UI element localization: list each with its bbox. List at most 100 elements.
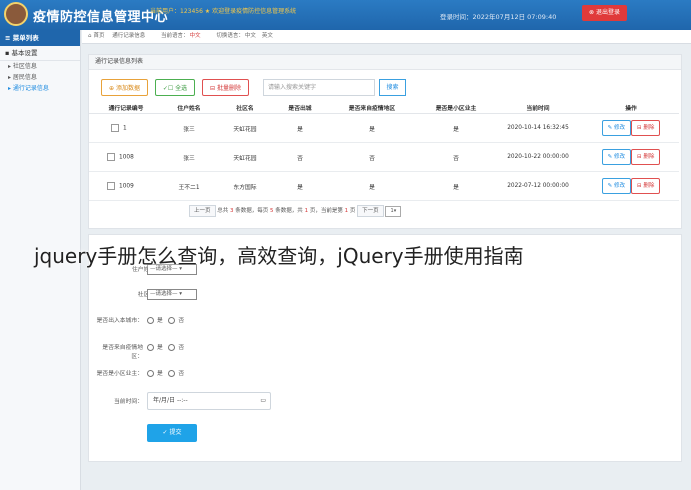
search-input[interactable]: 请输入搜索关键字	[263, 79, 375, 96]
header-user-note: 当前用户：123456 ★ 欢迎登录疫情防控信息管理系统	[150, 8, 297, 15]
cell-resident: 王不二1	[163, 171, 215, 201]
prev-page-button[interactable]: 上一页	[189, 205, 216, 217]
delete-button[interactable]: ⊟ 删除	[631, 149, 661, 165]
out-city-yes-radio[interactable]	[147, 317, 154, 324]
cell-owner: 否	[419, 142, 493, 172]
delete-button[interactable]: ⊟ 删除	[631, 120, 661, 136]
radio-label-yes: 是	[157, 371, 163, 377]
edit-button[interactable]: ✎ 修改	[601, 120, 631, 136]
cell-time: 2020-10-22 00:00:00	[493, 142, 583, 172]
sidebar-group-basic[interactable]: ▪ 基本设置	[0, 46, 80, 61]
cell-community: 东方国际	[215, 171, 275, 201]
cell-id: 1009	[89, 171, 163, 201]
owner-yes-radio[interactable]	[147, 370, 154, 377]
pagination: 上一页 总共 3 条数据，每页 5 条数据，共 1 页，当前是第 1 页 下一页…	[189, 205, 402, 217]
cell-out-city: 否	[275, 142, 325, 172]
current-page: 1	[344, 208, 349, 214]
next-page-button[interactable]: 下一页	[357, 205, 384, 217]
cell-from-area: 否	[325, 142, 419, 172]
language-english[interactable]: 英文	[262, 33, 273, 39]
app-header: 疫情防控信息管理中心 当前用户：123456 ★ 欢迎登录疫情防控信息管理系统 …	[0, 0, 691, 30]
cell-resident: 张三	[163, 142, 215, 172]
current-language: 中文	[189, 33, 201, 39]
radio-label-no: 否	[178, 345, 185, 351]
owner-label: 是否是小区业主：	[96, 371, 143, 377]
col-from-area: 是否来自疫情地区	[325, 101, 419, 114]
cell-id: 1008	[89, 142, 163, 172]
from-area-no-radio[interactable]	[168, 344, 176, 351]
sidebar-item-community[interactable]: ▸ 社区信息	[0, 61, 80, 72]
pager-text: 页	[349, 208, 356, 214]
owner-radios: 是 否	[147, 368, 184, 377]
panel-title: 通行记录信息列表	[89, 55, 681, 70]
row-checkbox[interactable]	[107, 153, 115, 161]
records-table: 通行记录编号 住户姓名 社区名 是否出城 是否来自疫情地区 是否是小区业主 当前…	[89, 101, 679, 201]
logout-button[interactable]: ⊗ 退出登录	[582, 5, 627, 21]
current-language-label: 当前语言：	[161, 33, 189, 39]
table-header-row: 通行记录编号 住户姓名 社区名 是否出城 是否来自疫情地区 是否是小区业主 当前…	[89, 101, 679, 114]
submit-button[interactable]: ✓ 提交	[147, 424, 197, 442]
from-area-radios: 是 否	[147, 342, 184, 351]
switch-language-label: 切换语言：	[216, 33, 244, 39]
out-city-label: 是否出入本城市：	[96, 318, 143, 324]
out-city-no-radio[interactable]	[168, 317, 176, 324]
records-panel: 通行记录信息列表 ⊕ 添加数据 ✓☐ 全选 ⊟ 批量删除 请输入搜索关键字 搜索…	[88, 54, 682, 229]
community-select[interactable]: —请选择— ▾	[147, 289, 197, 300]
cell-owner: 是	[419, 171, 493, 201]
breadcrumb-home[interactable]: 首页	[94, 33, 105, 39]
cell-community: 天虹花园	[215, 142, 275, 172]
out-city-radios: 是 否	[147, 315, 184, 324]
check-icon: ✓☐	[162, 85, 174, 92]
calendar-icon[interactable]: ▭	[260, 393, 266, 409]
from-area-yes-radio[interactable]	[147, 344, 154, 351]
pager-text: 总共	[217, 208, 229, 214]
pager-text: 页，当前是第	[309, 208, 343, 214]
owner-no-radio[interactable]	[168, 370, 176, 377]
login-time: 登录时间：2022年07月12日 07:09:40	[440, 13, 557, 21]
total-count: 3	[230, 208, 234, 214]
page-select[interactable]: 1▾	[385, 206, 402, 217]
date-time-input[interactable]: 年/月/日 --:-- ▭	[147, 392, 271, 410]
select-all-button[interactable]: ✓☐ 全选	[155, 79, 195, 96]
sidebar-title: ≡ 菜单列表	[0, 30, 80, 46]
breadcrumb-current[interactable]: 通行记录信息	[112, 33, 145, 39]
radio-label-no: 否	[178, 318, 185, 324]
cell-actions: ✎ 修改 ⊟ 删除	[583, 113, 679, 143]
cell-from-area: 是	[325, 171, 419, 201]
delete-button[interactable]: ⊟ 删除	[631, 178, 661, 194]
row-checkbox[interactable]	[111, 124, 119, 132]
sidebar-item-records[interactable]: ▸ 通行记录信息	[0, 83, 80, 94]
app-title: 疫情防控信息管理中心	[33, 10, 169, 25]
edit-button[interactable]: ✎ 修改	[601, 149, 631, 165]
cell-actions: ✎ 修改 ⊟ 删除	[583, 171, 679, 201]
table-row: 1009 王不二1 东方国际 是 是 是 2022-07-12 00:00:00…	[89, 171, 679, 201]
cell-community: 天虹花园	[215, 113, 275, 143]
home-icon: ⌂	[88, 33, 92, 39]
pager-text: 条数据，每页	[235, 208, 269, 214]
cell-time: 2020-10-14 16:32:45	[493, 113, 583, 143]
add-button[interactable]: ⊕ 添加数据	[101, 79, 148, 96]
batch-delete-button[interactable]: ⊟ 批量删除	[202, 79, 249, 96]
search-button[interactable]: 搜索	[379, 79, 406, 96]
cell-out-city: 是	[275, 171, 325, 201]
edit-button[interactable]: ✎ 修改	[601, 178, 631, 194]
add-icon: ⊕	[109, 85, 115, 92]
col-record-id: 通行记录编号	[89, 101, 163, 114]
pager-text: 条数据，共	[275, 208, 303, 214]
sidebar-item-residents[interactable]: ▸ 居民信息	[0, 72, 80, 83]
language-chinese[interactable]: 中文	[245, 33, 256, 39]
col-time: 当前时间	[493, 101, 583, 114]
table-row: 1 张三 天虹花园 是 是 是 2020-10-14 16:32:45 ✎ 修改…	[89, 113, 679, 143]
col-community: 社区名	[215, 101, 275, 114]
per-page-count: 5	[270, 208, 274, 214]
col-owner: 是否是小区业主	[419, 101, 493, 114]
col-actions: 操作	[583, 101, 679, 114]
from-area-label: 是否来自疫情地区：	[102, 345, 143, 360]
submit-icon: ✓	[162, 429, 168, 436]
row-checkbox[interactable]	[107, 182, 115, 190]
app-logo	[4, 2, 28, 26]
col-out-city: 是否出城	[275, 101, 325, 114]
table-row: 1008 张三 天虹花园 否 否 否 2020-10-22 00:00:00 ✎…	[89, 142, 679, 172]
cell-actions: ✎ 修改 ⊟ 删除	[583, 142, 679, 172]
cell-owner: 是	[419, 113, 493, 143]
